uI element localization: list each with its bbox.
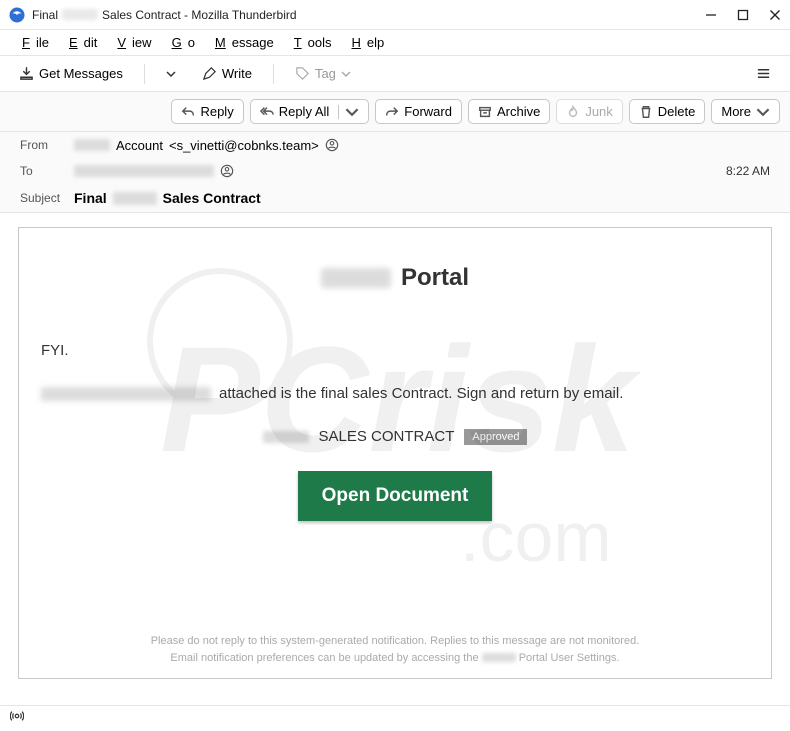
redacted-text — [62, 9, 98, 20]
tag-button[interactable]: Tag — [286, 61, 360, 86]
trash-icon — [639, 105, 653, 119]
portal-heading: Portal — [41, 264, 749, 292]
app-menu-button[interactable] — [747, 61, 780, 86]
window-controls — [704, 8, 782, 22]
forward-label: Forward — [404, 104, 452, 119]
archive-icon — [478, 105, 492, 119]
junk-label: Junk — [585, 104, 612, 119]
open-document-button[interactable]: Open Document — [298, 471, 493, 521]
status-bar — [0, 705, 790, 731]
reply-icon — [181, 105, 195, 119]
chevron-down-icon — [345, 105, 359, 119]
redacted-text — [41, 387, 211, 401]
menu-tools[interactable]: Tools — [282, 33, 338, 52]
menu-go[interactable]: Go — [160, 33, 201, 52]
reply-all-label: Reply All — [279, 104, 330, 119]
archive-button[interactable]: Archive — [468, 99, 550, 124]
more-label: More — [721, 104, 751, 119]
from-label: From — [20, 138, 74, 152]
write-button[interactable]: Write — [193, 61, 261, 86]
redacted-text — [482, 653, 516, 662]
from-address[interactable]: <s_vinetti@cobnks.team> — [169, 138, 319, 153]
menu-edit[interactable]: Edit — [57, 33, 103, 52]
thunderbird-icon — [8, 6, 26, 24]
inbox-download-icon — [19, 66, 34, 81]
reply-label: Reply — [200, 104, 233, 119]
add-contact-icon[interactable] — [325, 138, 339, 152]
fyi-text: FYI. — [41, 342, 749, 359]
separator — [273, 64, 274, 84]
from-row: From Account <s_vinetti@cobnks.team> — [20, 132, 770, 158]
menubar: File Edit View Go Message Tools Help — [0, 30, 790, 56]
online-status-icon[interactable] — [10, 709, 24, 728]
subject-prefix: Final — [74, 190, 107, 206]
attached-line-text: attached is the final sales Contract. Si… — [219, 385, 623, 402]
message-body-wrap: Portal FYI. attached is the final sales … — [0, 213, 790, 679]
portal-heading-text: Portal — [401, 264, 469, 292]
footnote: Please do not reply to this system-gener… — [41, 633, 749, 666]
tag-label: Tag — [315, 66, 336, 81]
redacted-text — [321, 268, 391, 288]
reply-all-dropdown[interactable] — [338, 105, 359, 119]
get-messages-dropdown[interactable] — [157, 64, 185, 84]
reply-button[interactable]: Reply — [171, 99, 243, 124]
subject-suffix: Sales Contract — [163, 190, 261, 206]
delete-button[interactable]: Delete — [629, 99, 706, 124]
chevron-down-icon — [166, 69, 176, 79]
add-contact-icon[interactable] — [220, 164, 234, 178]
more-button[interactable]: More — [711, 99, 780, 124]
attached-line: attached is the final sales Contract. Si… — [41, 385, 749, 402]
flame-icon — [566, 105, 580, 119]
minimize-button[interactable] — [704, 8, 718, 22]
menu-message[interactable]: Message — [203, 33, 280, 52]
window-title-suffix: Sales Contract - Mozilla Thunderbird — [102, 8, 297, 22]
close-button[interactable] — [768, 8, 782, 22]
redacted-text — [74, 165, 214, 177]
chevron-down-icon — [756, 105, 770, 119]
delete-label: Delete — [658, 104, 696, 119]
message-body: Portal FYI. attached is the final sales … — [18, 227, 772, 679]
subject-row: Subject Final Sales Contract — [20, 184, 770, 212]
get-messages-label: Get Messages — [39, 66, 123, 81]
status-badge: Approved — [464, 429, 527, 445]
to-row: To 8:22 AM — [20, 158, 770, 184]
pencil-icon — [202, 66, 217, 81]
footnote-line-2: Email notification preferences can be up… — [41, 650, 749, 667]
forward-icon — [385, 105, 399, 119]
window-title: Final Sales Contract - Mozilla Thunderbi… — [32, 8, 704, 22]
separator — [144, 64, 145, 84]
archive-label: Archive — [497, 104, 540, 119]
menu-file[interactable]: File — [10, 33, 55, 52]
redacted-text — [263, 431, 309, 443]
titlebar: Final Sales Contract - Mozilla Thunderbi… — [0, 0, 790, 30]
contract-label: SALES CONTRACT — [319, 428, 455, 445]
get-messages-button[interactable]: Get Messages — [10, 61, 132, 86]
footnote-line-1: Please do not reply to this system-gener… — [41, 633, 749, 650]
message-time: 8:22 AM — [726, 164, 770, 178]
from-name: Account — [116, 138, 163, 153]
chevron-down-icon — [341, 69, 351, 79]
message-actions: Reply Reply All Forward Archive Junk Del… — [0, 92, 790, 132]
write-label: Write — [222, 66, 252, 81]
toolbar: Get Messages Write Tag — [0, 56, 790, 92]
to-label: To — [20, 164, 74, 178]
maximize-button[interactable] — [736, 8, 750, 22]
reply-all-icon — [260, 105, 274, 119]
window-title-prefix: Final — [32, 8, 58, 22]
menu-help[interactable]: Help — [340, 33, 391, 52]
forward-button[interactable]: Forward — [375, 99, 462, 124]
tag-icon — [295, 66, 310, 81]
subject-label: Subject — [20, 191, 74, 205]
hamburger-icon — [756, 66, 771, 81]
redacted-text — [113, 192, 157, 205]
reply-all-button[interactable]: Reply All — [250, 99, 370, 124]
contract-line: SALES CONTRACT Approved — [41, 428, 749, 445]
junk-button[interactable]: Junk — [556, 99, 622, 124]
message-headers: From Account <s_vinetti@cobnks.team> To … — [0, 132, 790, 213]
menu-view[interactable]: View — [105, 33, 157, 52]
redacted-text — [74, 139, 110, 151]
